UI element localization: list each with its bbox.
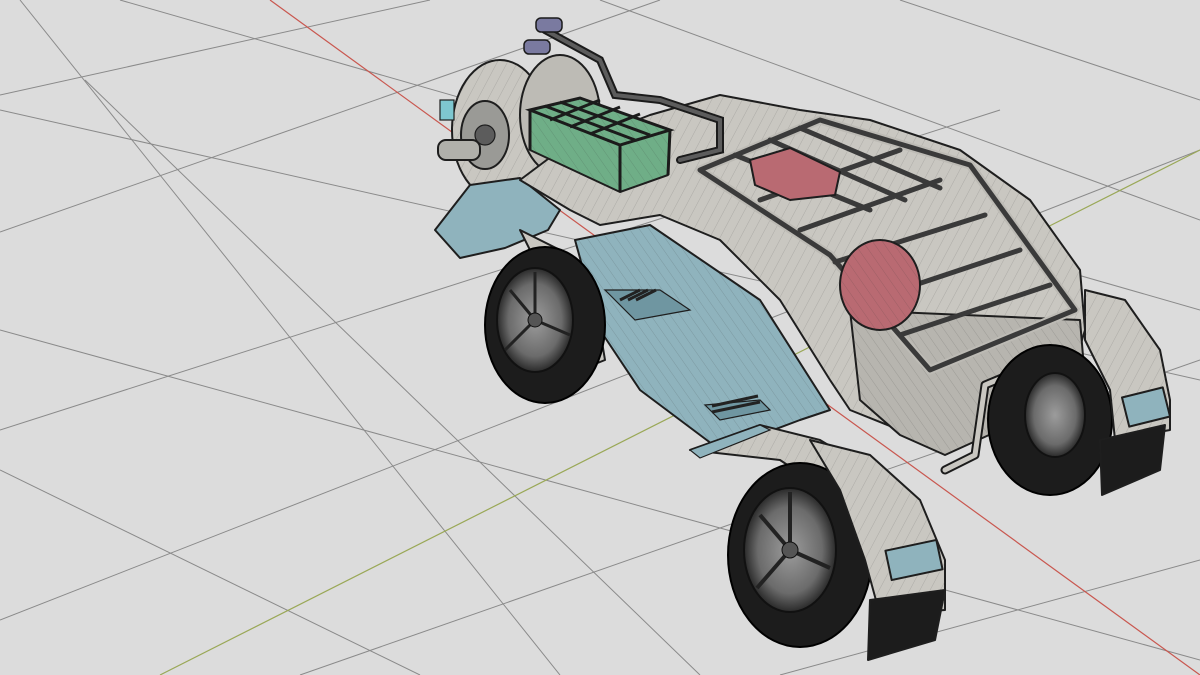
buggy-model[interactable] [434, 17, 1172, 661]
rear-wheel-far[interactable] [987, 344, 1113, 496]
3d-viewport[interactable] [0, 0, 1200, 675]
viewport-canvas[interactable] [0, 0, 1200, 675]
front-left-wheel[interactable] [484, 246, 606, 404]
mud-flap-left [867, 589, 946, 661]
